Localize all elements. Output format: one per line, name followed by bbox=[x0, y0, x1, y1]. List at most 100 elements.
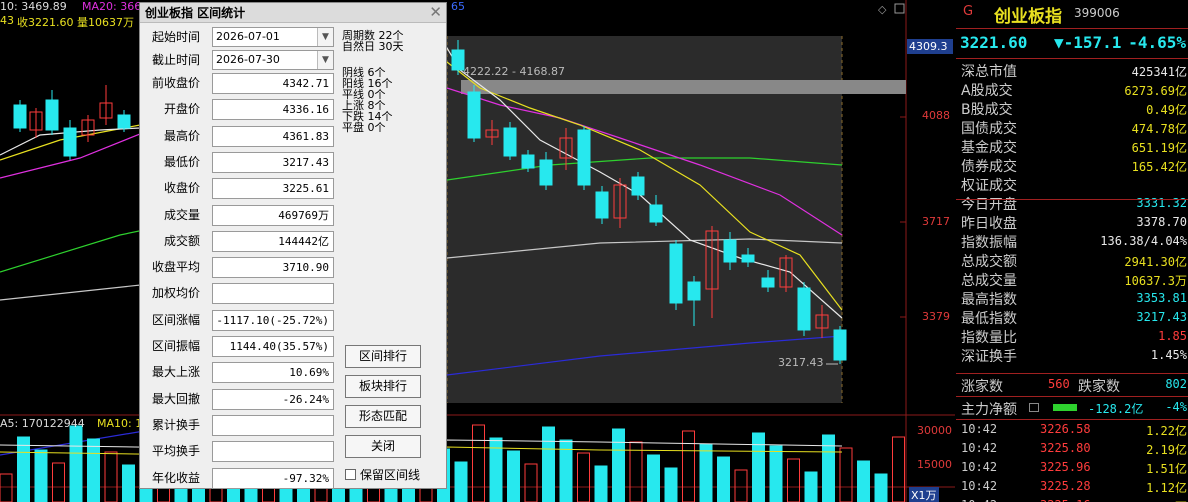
vol-axis-2: 15000 bbox=[917, 458, 952, 471]
chevron-down-icon[interactable]: ▼ bbox=[317, 28, 333, 46]
stat-row: 最高价 4361.83 bbox=[140, 125, 340, 148]
stat-row: 收盘平均 3710.90 bbox=[140, 257, 340, 279]
stat-value-field bbox=[212, 414, 334, 436]
volume-bar bbox=[17, 436, 30, 502]
vol-unit: X1万 bbox=[909, 487, 939, 502]
candle-body bbox=[13, 104, 27, 129]
table-icon[interactable] bbox=[1029, 403, 1039, 412]
volume-bar bbox=[454, 461, 468, 502]
stat-value-field bbox=[212, 283, 334, 305]
range-rank-button[interactable]: 区间排行 bbox=[345, 345, 421, 368]
tick-time: 10:42 bbox=[961, 422, 998, 436]
stat-label: 最低价 bbox=[163, 154, 200, 169]
end-date-picker[interactable]: 2026-07-30 ▼ bbox=[212, 50, 334, 70]
sector-rank-button[interactable]: 板块排行 bbox=[345, 375, 421, 398]
stat-flat: 平盘 0个 bbox=[342, 121, 386, 134]
quote-label: 最高指数 bbox=[961, 292, 1017, 308]
volume-bar bbox=[577, 452, 590, 502]
stat-row: 年化收益 -97.32% bbox=[140, 467, 340, 490]
stat-row: 成交额 144442亿 bbox=[140, 230, 340, 253]
tick-price: 3225.96 bbox=[1040, 460, 1091, 474]
candle-body bbox=[649, 204, 663, 223]
index-code: 399006 bbox=[1074, 6, 1120, 20]
index-pct: -4.65% bbox=[1128, 33, 1186, 52]
volume-bar bbox=[804, 471, 818, 502]
stat-label: 加权均价 bbox=[151, 286, 200, 301]
stat-value-field: 4361.83 bbox=[212, 125, 334, 147]
stat-value-field: 1144.40(35.57%) bbox=[212, 336, 334, 357]
candle-body bbox=[539, 159, 553, 186]
range-label: 4222.22 - 4168.87 bbox=[463, 65, 565, 78]
stat-value-field: 4336.16 bbox=[212, 99, 334, 121]
candle-body bbox=[577, 129, 591, 186]
candle-body bbox=[631, 176, 645, 196]
vol-axis-1: 30000 bbox=[917, 424, 952, 437]
start-label: 起始时间 bbox=[151, 30, 200, 44]
stat-label: 最大回撤 bbox=[151, 391, 200, 406]
flow-bar bbox=[1053, 404, 1077, 411]
candle-body bbox=[521, 154, 535, 169]
chevron-down-icon[interactable]: ▼ bbox=[317, 51, 333, 69]
stat-value-field: 3217.43 bbox=[212, 151, 334, 173]
window-icon[interactable] bbox=[894, 3, 905, 14]
main-flow-pct: -4% bbox=[1165, 400, 1187, 414]
volume-bar bbox=[507, 450, 520, 502]
start-date-picker[interactable]: 2026-07-01 ▼ bbox=[212, 27, 334, 47]
quote-label: A股成交 bbox=[961, 83, 1013, 99]
stat-value-field: -26.24% bbox=[212, 388, 334, 410]
quote-label: 深总市值 bbox=[961, 64, 1017, 80]
volume-bar bbox=[734, 469, 748, 502]
volume-bar bbox=[769, 445, 783, 502]
stat-value-field: 3710.90 bbox=[212, 257, 334, 279]
quote-value: 651.19亿 bbox=[1131, 141, 1187, 155]
volume-bar bbox=[857, 460, 870, 502]
close-icon[interactable]: ✕ bbox=[429, 4, 442, 21]
quote-label: B股成交 bbox=[961, 102, 1013, 118]
g-badge: G bbox=[963, 4, 974, 19]
stat-natural-days: 自然日 30天 bbox=[342, 40, 404, 53]
stat-value-field: 4342.71 bbox=[212, 73, 334, 94]
diamond-icon[interactable]: ◇ bbox=[878, 3, 887, 16]
quote-label: 深证换手 bbox=[961, 349, 1017, 365]
quote-value: 10637.3万 bbox=[1124, 274, 1187, 288]
tick-vol: 1.12亿 bbox=[1146, 481, 1187, 495]
quote-label: 今日开盘 bbox=[961, 197, 1017, 213]
dialog-title: 创业板指 区间统计 bbox=[140, 3, 446, 23]
stat-label: 累计换手 bbox=[151, 417, 200, 432]
stat-value-field: 10.69% bbox=[212, 362, 334, 384]
candle-body bbox=[503, 127, 517, 157]
stat-label: 前收盘价 bbox=[151, 76, 200, 90]
candle-body bbox=[117, 114, 131, 129]
candle-body bbox=[63, 127, 77, 157]
low-label: 3217.43 bbox=[778, 356, 824, 369]
stat-label: 最高价 bbox=[163, 128, 200, 143]
index-price: 3221.60 bbox=[960, 33, 1028, 52]
tick-time: 10:42 bbox=[961, 441, 998, 455]
keep-range-line-checkbox[interactable]: 保留区间线 bbox=[345, 468, 420, 482]
quote-label: 权证成交 bbox=[961, 178, 1017, 194]
volume-bar bbox=[104, 451, 118, 502]
volume-bar bbox=[822, 434, 835, 502]
volume-bar bbox=[69, 425, 83, 502]
up-count-label: 涨家数 bbox=[961, 379, 1003, 395]
checkbox-box[interactable] bbox=[345, 469, 356, 480]
quote-label: 基金成交 bbox=[961, 140, 1017, 156]
stat-label: 收盘平均 bbox=[151, 260, 200, 275]
quote-label: 债券成交 bbox=[961, 159, 1017, 175]
axis-label-1: 4088 bbox=[922, 109, 950, 122]
down-count: 802 bbox=[1165, 377, 1187, 391]
quote-value: 3217.43 bbox=[1136, 310, 1187, 324]
stat-label: 成交量 bbox=[163, 207, 200, 222]
volume-bar bbox=[542, 426, 555, 502]
dialog-close-button[interactable]: 关闭 bbox=[345, 435, 421, 458]
stat-row: 平均换手 bbox=[140, 441, 340, 463]
pattern-match-button[interactable]: 形态匹配 bbox=[345, 405, 421, 428]
candle-body bbox=[833, 329, 847, 361]
top-right-number: 65 bbox=[451, 0, 465, 13]
volume-bar bbox=[34, 449, 48, 502]
volume-bar bbox=[122, 464, 135, 502]
stat-row: 最大上涨 10.69% bbox=[140, 362, 340, 384]
quote-label: 总成交量 bbox=[961, 273, 1017, 289]
stat-label: 成交额 bbox=[163, 233, 200, 248]
tick-price: 3225.16 bbox=[1040, 498, 1091, 502]
